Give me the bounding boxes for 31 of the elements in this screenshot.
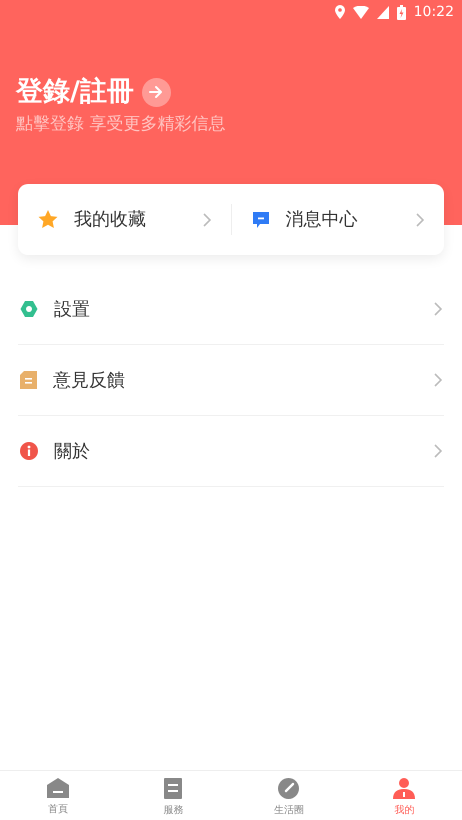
menu-item[interactable]: 設置 (18, 274, 444, 345)
chevron-icon (434, 444, 442, 458)
info-icon (20, 442, 38, 460)
tab-bar-item[interactable]: 服務 (116, 771, 231, 820)
clock-time: 10:22 (414, 2, 454, 22)
menu-item[interactable]: 意見反饋 (18, 345, 444, 416)
login-subtitle: 點擊登錄 享受更多精彩信息 (16, 113, 226, 136)
login-title: 登錄/註冊 (16, 76, 134, 108)
chevron-icon (202, 212, 210, 226)
chevron-icon (434, 302, 442, 316)
compass-icon (278, 778, 300, 798)
arrow-button[interactable] (142, 78, 171, 107)
shortcut-item[interactable]: 我的收藏 (18, 184, 230, 255)
tab-bar-item[interactable]: 首頁 (0, 771, 116, 820)
menu-item[interactable]: 關於 (18, 416, 444, 487)
hexagon-icon (20, 300, 38, 318)
document-icon (164, 778, 182, 798)
chevron-icon (434, 373, 442, 387)
message-icon (252, 210, 270, 228)
person-icon (393, 778, 416, 798)
arrow-icon (149, 85, 164, 100)
document-icon (20, 371, 37, 389)
home-icon (46, 778, 69, 798)
chevron-icon (416, 212, 424, 226)
star-icon (38, 210, 58, 229)
signal-icon (376, 6, 389, 18)
wifi-icon (352, 6, 369, 18)
battery-icon (396, 4, 406, 20)
shortcut-item[interactable]: 消息中心 (232, 184, 444, 255)
location-icon (334, 5, 345, 19)
tab-bar-item[interactable]: 生活圈 (231, 771, 346, 820)
